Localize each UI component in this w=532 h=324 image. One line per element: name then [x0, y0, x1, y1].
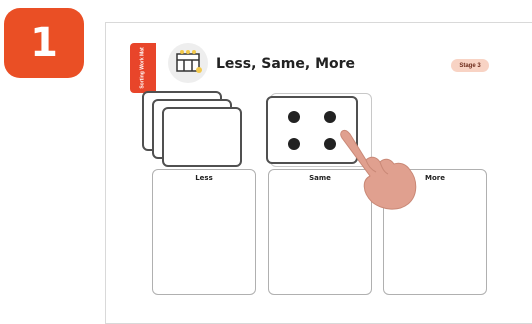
- pointing-hand-icon: [334, 118, 434, 218]
- stage-badge: Stage 3: [451, 59, 489, 72]
- step-number: 1: [30, 20, 58, 66]
- mat-title: Less, Same, More: [216, 56, 356, 72]
- dot: [288, 111, 300, 123]
- bin-less[interactable]: Less: [152, 169, 256, 295]
- dot: [288, 138, 300, 150]
- work-mat: Sorting Work Mat Less, Same, More Stage …: [105, 22, 532, 324]
- step-number-badge: 1: [4, 8, 84, 78]
- card-stack-front[interactable]: [162, 107, 242, 167]
- board-icon: [168, 43, 208, 83]
- bin-less-label: Less: [195, 174, 213, 182]
- side-tab-label: Sorting Work Mat: [140, 47, 147, 89]
- side-tab: Sorting Work Mat: [130, 43, 156, 93]
